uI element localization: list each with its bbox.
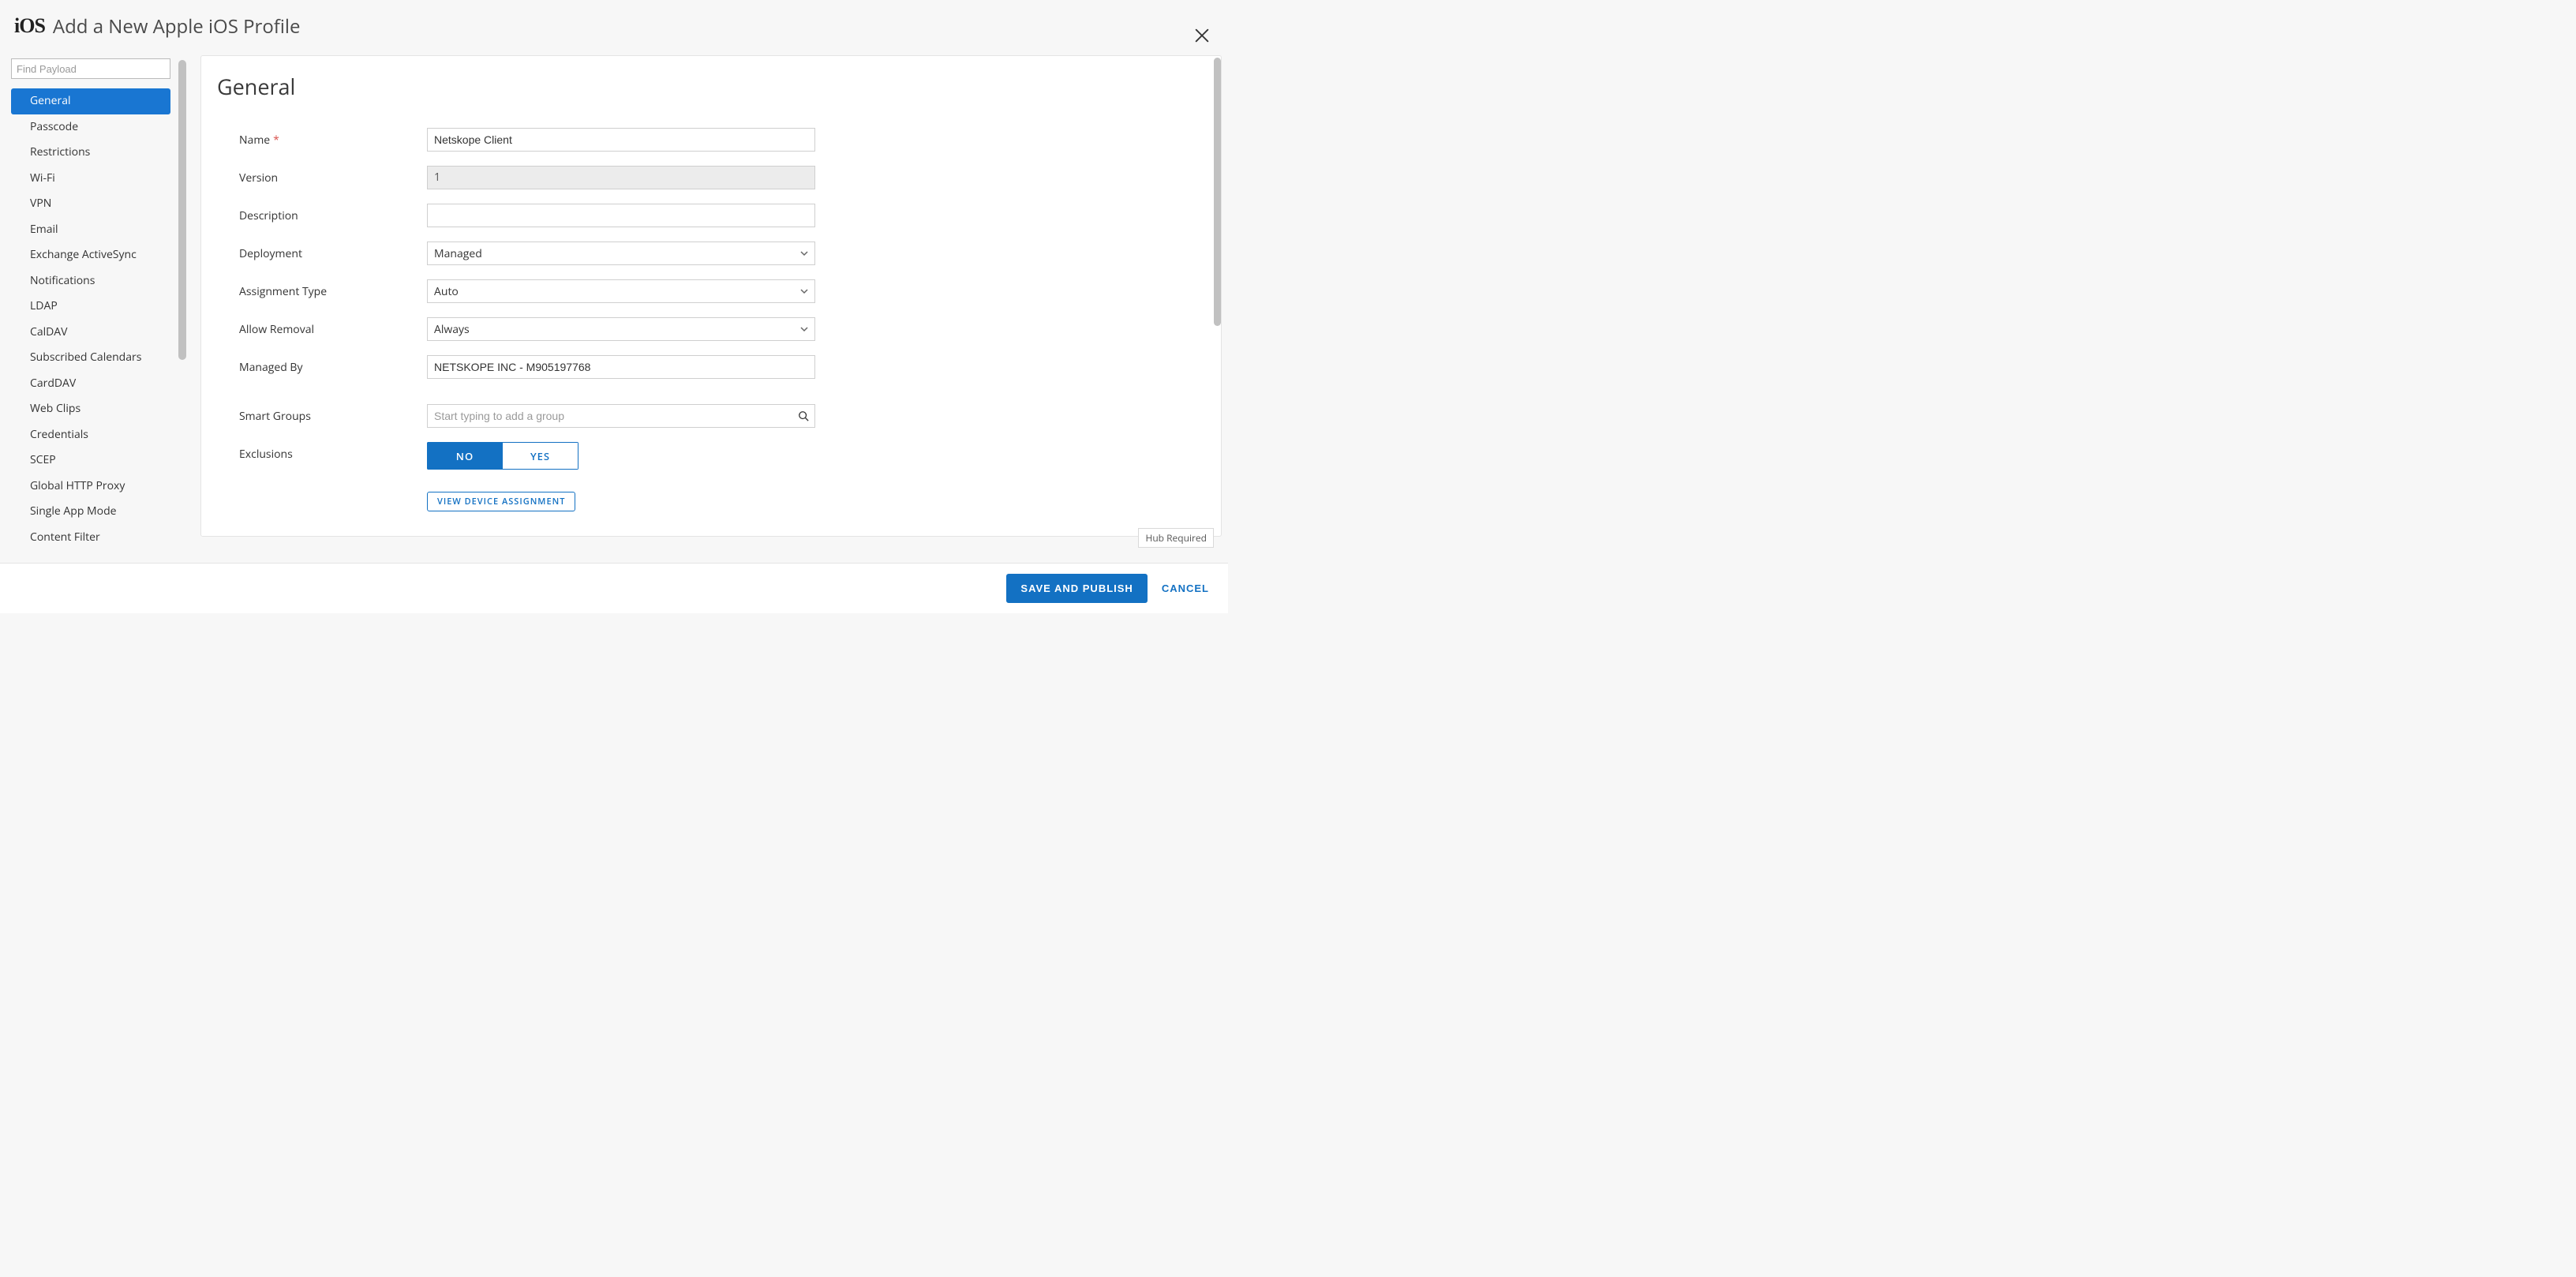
sidebar-item-email[interactable]: Email <box>11 217 170 243</box>
allow-removal-label: Allow Removal <box>239 322 427 337</box>
cancel-button[interactable]: CANCEL <box>1162 582 1209 594</box>
sidebar-item-single-app-mode[interactable]: Single App Mode <box>11 499 170 525</box>
hub-required-tag: Hub Required <box>1138 528 1214 548</box>
sidebar-item-caldav[interactable]: CalDAV <box>11 320 170 346</box>
description-field[interactable] <box>427 204 815 227</box>
sidebar-item-passcode[interactable]: Passcode <box>11 114 170 140</box>
save-and-publish-button[interactable]: SAVE AND PUBLISH <box>1006 574 1147 603</box>
name-label: Name* <box>239 133 427 148</box>
sidebar-item-global-http-proxy[interactable]: Global HTTP Proxy <box>11 474 170 500</box>
exclusions-toggle: NO YES <box>427 442 578 470</box>
sidebar-item-vpn[interactable]: VPN <box>11 191 170 217</box>
required-asterisk: * <box>273 133 279 148</box>
chevron-down-icon <box>800 325 808 333</box>
sidebar-item-restrictions[interactable]: Restrictions <box>11 140 170 166</box>
sidebar-item-general[interactable]: General <box>11 88 170 114</box>
managed-by-label: Managed By <box>239 360 427 375</box>
exclusions-no-button[interactable]: NO <box>427 442 503 470</box>
sidebar-item-web-clips[interactable]: Web Clips <box>11 396 170 422</box>
smart-groups-label: Smart Groups <box>239 409 427 424</box>
allow-removal-select[interactable]: Always <box>427 317 815 341</box>
deployment-select[interactable]: Managed <box>427 242 815 265</box>
sidebar-item-wi-fi[interactable]: Wi-Fi <box>11 166 170 192</box>
sidebar-item-subscribed-calendars[interactable]: Subscribed Calendars <box>11 345 170 371</box>
panel-heading: General <box>217 72 1181 101</box>
description-label: Description <box>239 208 427 223</box>
version-label: Version <box>239 170 427 185</box>
dialog-footer: SAVE AND PUBLISH CANCEL <box>0 563 1228 613</box>
search-wrapper <box>11 58 170 79</box>
sidebar-item-ldap[interactable]: LDAP <box>11 294 170 320</box>
sidebar-item-content-filter[interactable]: Content Filter <box>11 525 170 551</box>
ios-logo: iOS <box>14 14 45 38</box>
sidebar-item-carddav[interactable]: CardDAV <box>11 371 170 397</box>
dialog-header: iOS Add a New Apple iOS Profile <box>0 0 1228 47</box>
exclusions-label: Exclusions <box>239 442 427 462</box>
sidebar-item-exchange-activesync[interactable]: Exchange ActiveSync <box>11 242 170 268</box>
search-input[interactable] <box>12 59 170 78</box>
payload-sidebar: GeneralPasscodeRestrictionsWi-FiVPNEmail… <box>11 47 170 560</box>
chevron-down-icon <box>800 249 808 257</box>
assignment-type-label: Assignment Type <box>239 284 427 299</box>
smart-groups-field[interactable] <box>427 404 815 428</box>
sidebar-item-credentials[interactable]: Credentials <box>11 422 170 448</box>
exclusions-yes-button[interactable]: YES <box>503 442 578 470</box>
version-field: 1 <box>427 166 815 189</box>
sidebar-item-notifications[interactable]: Notifications <box>11 268 170 294</box>
assignment-type-select[interactable]: Auto <box>427 279 815 303</box>
dialog-title: Add a New Apple iOS Profile <box>53 13 301 39</box>
form-panel: General Name* <box>200 55 1222 537</box>
managed-by-field[interactable] <box>427 355 815 379</box>
search-icon <box>798 410 809 421</box>
sidebar-scrollbar[interactable] <box>178 47 186 560</box>
view-device-assignment-button[interactable]: VIEW DEVICE ASSIGNMENT <box>427 492 575 511</box>
deployment-label: Deployment <box>239 246 427 261</box>
chevron-down-icon <box>800 287 808 295</box>
name-field[interactable] <box>427 128 815 152</box>
close-icon[interactable] <box>1193 27 1211 44</box>
panel-scrollbar[interactable] <box>1214 58 1221 326</box>
sidebar-item-scep[interactable]: SCEP <box>11 448 170 474</box>
